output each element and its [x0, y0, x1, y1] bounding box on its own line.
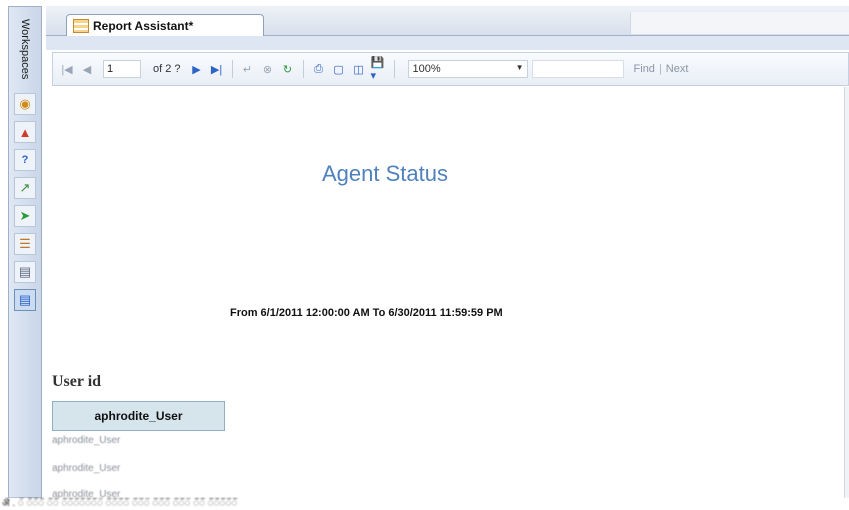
last-page-icon[interactable]: ▶|: [209, 61, 225, 77]
tab-title: Report Assistant*: [93, 19, 194, 33]
table-row: aphrodite_User: [52, 463, 121, 474]
list-icon[interactable]: ☰: [14, 233, 36, 255]
report-grid-icon: [73, 19, 89, 33]
toolbar-frame: [46, 36, 849, 50]
export-icon[interactable]: 💾▾: [371, 57, 387, 82]
toolbar-separator: [231, 60, 233, 78]
link-separator: |: [658, 63, 662, 75]
tab-report-assistant[interactable]: Report Assistant*: [66, 14, 264, 37]
chevron-down-icon: ▼: [515, 63, 524, 72]
report-title: Agent Status: [322, 161, 448, 186]
chart-icon[interactable]: ↗: [14, 177, 36, 199]
refresh-icon[interactable]: ↻: [280, 61, 296, 77]
user-group-header[interactable]: aphrodite_User: [52, 401, 225, 431]
next-link[interactable]: Next: [666, 63, 689, 75]
previous-page-icon[interactable]: ◀: [79, 61, 95, 77]
toolbar-separator: [302, 60, 304, 78]
first-page-icon[interactable]: |◀: [59, 61, 75, 77]
tab-strip: Report Assistant*: [46, 6, 849, 37]
zoom-value: 100%: [412, 63, 441, 75]
palette-icon[interactable]: ◉: [14, 93, 36, 115]
print-icon[interactable]: ⎙: [311, 61, 327, 77]
date-range: From 6/1/2011 12:00:00 AM To 6/30/2011 1…: [230, 307, 503, 319]
workspace-sidebar: Workspaces ◉ ▲ ? ↗ ➤ ☰ ▤ ▤: [8, 6, 42, 498]
arrow-icon[interactable]: ➤: [14, 205, 36, 227]
page-setup-icon[interactable]: ◫: [351, 61, 367, 77]
shapes-icon[interactable]: ▲: [14, 121, 36, 143]
toolbar-separator: [393, 60, 395, 78]
form-icon[interactable]: ▤: [14, 261, 36, 283]
find-link[interactable]: Find: [634, 63, 655, 75]
bottom-text: ऄ . ऀ ऀऀऀऀऀऀ ऀऀऀऀ ऀऀऀऀऀऀऀऀऀऀऀऀऀ ऀऀऀऀऀऀऀऀ…: [0, 498, 849, 510]
table-row: aphrodite_User: [52, 489, 121, 498]
stop-icon[interactable]: ⊗: [260, 61, 276, 77]
page-count: of 2 ?: [153, 63, 181, 75]
report-toolbar: |◀ ◀ of 2 ? ▶ ▶| ↵ ⊗ ↻ ⎙ ▢ ◫ 💾▾ 100% ▼ F…: [52, 52, 849, 86]
print-layout-icon[interactable]: ▢: [331, 61, 347, 77]
page-number-input[interactable]: [103, 60, 141, 78]
vertical-scrollbar[interactable]: [844, 87, 849, 498]
report-icon[interactable]: ▤: [14, 289, 36, 311]
user-id-label: User id: [52, 373, 102, 390]
back-icon[interactable]: ↵: [240, 61, 256, 77]
next-page-icon[interactable]: ▶: [189, 61, 205, 77]
workspace-label: Workspaces: [19, 18, 31, 80]
find-input[interactable]: [531, 60, 624, 78]
tab-empty-area: [630, 12, 849, 34]
question-icon[interactable]: ?: [14, 149, 36, 171]
zoom-select[interactable]: 100% ▼: [407, 60, 528, 78]
report-canvas: Agent Status From 6/1/2011 12:00:00 AM T…: [52, 87, 844, 498]
table-row: aphrodite_User: [52, 435, 121, 446]
